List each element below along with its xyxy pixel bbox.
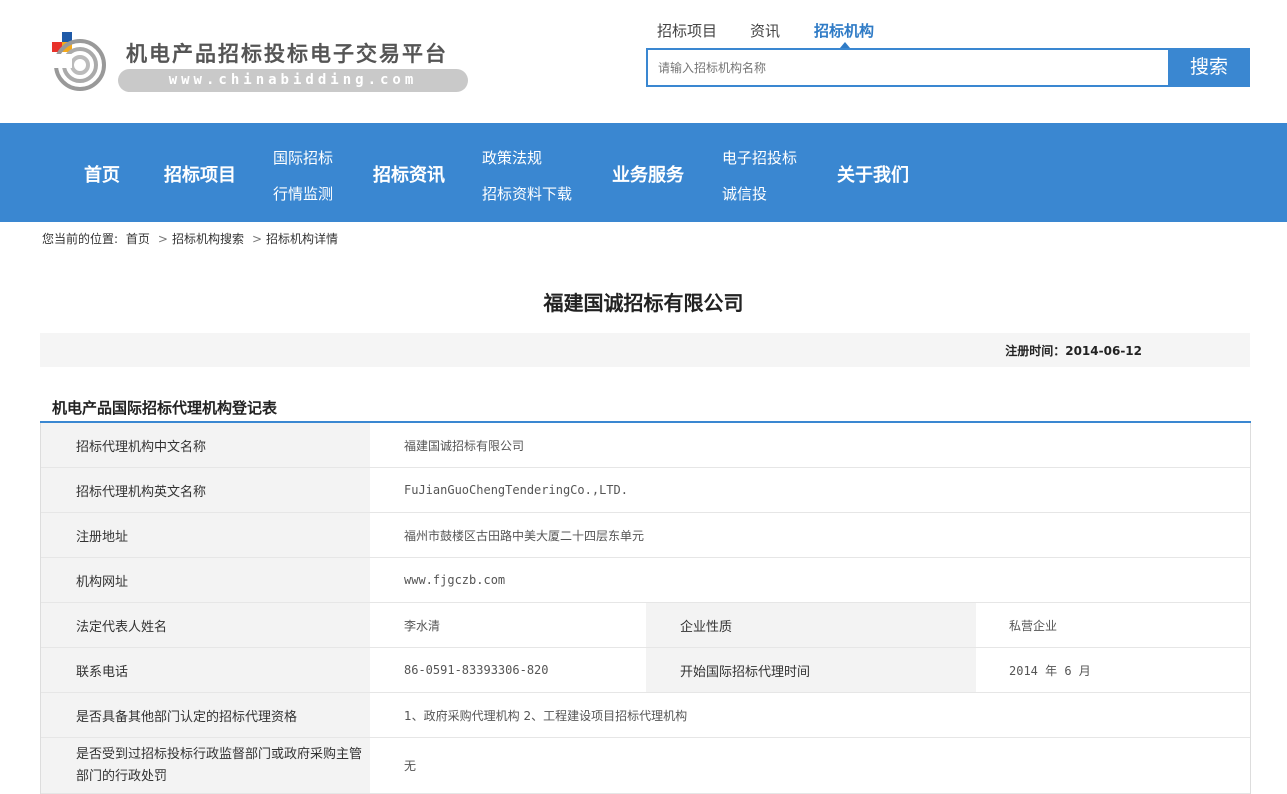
other-qual-value: 1、政府采购代理机构 2、工程建设项目招标代理机构 (404, 708, 688, 723)
nav-news[interactable]: 招标资讯 (373, 161, 445, 187)
site-title[interactable]: 机电产品招标投标电子交易平台 (126, 38, 448, 68)
search-tab-agencies[interactable]: 招标机构 (814, 20, 874, 41)
nav-docs-download[interactable]: 招标资料下载 (482, 183, 572, 204)
nav-credit[interactable]: 诚信投 (722, 183, 767, 204)
table-row: 机构网址 www.fjgczb.com (41, 558, 1250, 603)
table-row: 注册地址 福州市鼓楼区古田路中美大厦二十四层东单元 (41, 513, 1250, 558)
cn-name-value: 福建国诚招标有限公司 (404, 438, 525, 453)
breadcrumb-home[interactable]: 首页 (126, 232, 150, 246)
nav-projects[interactable]: 招标项目 (164, 161, 236, 187)
page-title: 福建国诚招标有限公司 (543, 291, 744, 315)
cn-name-label: 招标代理机构中文名称 (41, 423, 370, 467)
registration-time-value: 2014-06-12 (1065, 344, 1142, 358)
main-nav: 首页 招标项目 国际招标 行情监测 招标资讯 政策法规 招标资料下载 业务服务 … (0, 123, 1287, 222)
nav-intl-bid[interactable]: 国际招标 (273, 147, 333, 168)
nav-e-bid[interactable]: 电子招投标 (722, 147, 797, 168)
nav-market-monitor[interactable]: 行情监测 (273, 183, 333, 204)
site-url[interactable]: www.chinabidding.com (118, 69, 468, 92)
search-box (646, 48, 1170, 87)
en-name-label: 招标代理机构英文名称 (41, 468, 370, 512)
search-tab-projects[interactable]: 招标项目 (657, 20, 717, 41)
address-value: 福州市鼓楼区古田路中美大厦二十四层东单元 (404, 528, 645, 543)
en-name-value: FuJianGuoChengTenderingCo.,LTD. (404, 483, 628, 497)
table-row: 联系电话 86-0591-83393306-820 开始国际招标代理时间 201… (41, 648, 1250, 693)
logo-icon[interactable] (48, 30, 108, 92)
legal-rep-value: 李水清 (404, 618, 441, 633)
registration-table: 招标代理机构中文名称 福建国诚招标有限公司 招标代理机构英文名称 FuJianG… (40, 423, 1251, 794)
nav-services[interactable]: 业务服务 (612, 161, 684, 187)
nav-home[interactable]: 首页 (84, 161, 120, 187)
site-header: 机电产品招标投标电子交易平台 www.chinabidding.com 招标项目… (0, 0, 1287, 123)
breadcrumb-chevron-icon: > (251, 232, 263, 246)
registration-time: 注册时间：2014-06-12 (1005, 342, 1142, 359)
breadcrumb-chevron-icon: > (157, 232, 168, 246)
penalty-label: 是否受到过招标投标行政监督部门或政府采购主管部门的行政处罚 (41, 738, 370, 793)
legal-rep-label: 法定代表人姓名 (41, 603, 370, 647)
nature-label: 企业性质 (646, 603, 976, 647)
breadcrumb-agency-search[interactable]: 招标机构搜索 (172, 232, 244, 246)
search-input[interactable] (648, 50, 1170, 85)
phone-value: 86-0591-83393306-820 (404, 663, 549, 677)
website-value[interactable]: www.fjgczb.com (370, 558, 1250, 602)
nav-policy[interactable]: 政策法规 (482, 147, 542, 168)
table-row: 法定代表人姓名 李水清 企业性质 私营企业 (41, 603, 1250, 648)
breadcrumb-prefix: 您当前的位置: (42, 232, 119, 246)
phone-label: 联系电话 (41, 648, 370, 692)
start-time-label: 开始国际招标代理时间 (646, 648, 976, 692)
registration-time-label: 注册时间： (1005, 344, 1066, 358)
start-time-value: 2014 年 6 月 (1009, 663, 1091, 678)
penalty-value: 无 (404, 759, 417, 773)
breadcrumb-agency-detail: 招标机构详情 (266, 232, 339, 246)
breadcrumb: 您当前的位置: 首页 > 招标机构搜索 > 招标机构详情 (42, 230, 342, 247)
table-row: 招标代理机构中文名称 福建国诚招标有限公司 (41, 423, 1250, 468)
nature-value: 私营企业 (1009, 618, 1058, 633)
registration-bar: 注册时间：2014-06-12 (40, 333, 1250, 367)
address-label: 注册地址 (41, 513, 370, 557)
other-qual-label: 是否具备其他部门认定的招标代理资格 (41, 693, 370, 737)
website-label: 机构网址 (41, 558, 370, 602)
search-button[interactable]: 搜索 (1168, 48, 1250, 87)
table-row: 是否受到过招标投标行政监督部门或政府采购主管部门的行政处罚 无 (41, 738, 1250, 794)
table-row: 招标代理机构英文名称 FuJianGuoChengTenderingCo.,LT… (41, 468, 1250, 513)
search-tab-news[interactable]: 资讯 (750, 20, 780, 41)
nav-about[interactable]: 关于我们 (837, 161, 909, 187)
section-title: 机电产品国际招标代理机构登记表 (52, 399, 278, 417)
table-row: 是否具备其他部门认定的招标代理资格 1、政府采购代理机构 2、工程建设项目招标代… (41, 693, 1250, 738)
